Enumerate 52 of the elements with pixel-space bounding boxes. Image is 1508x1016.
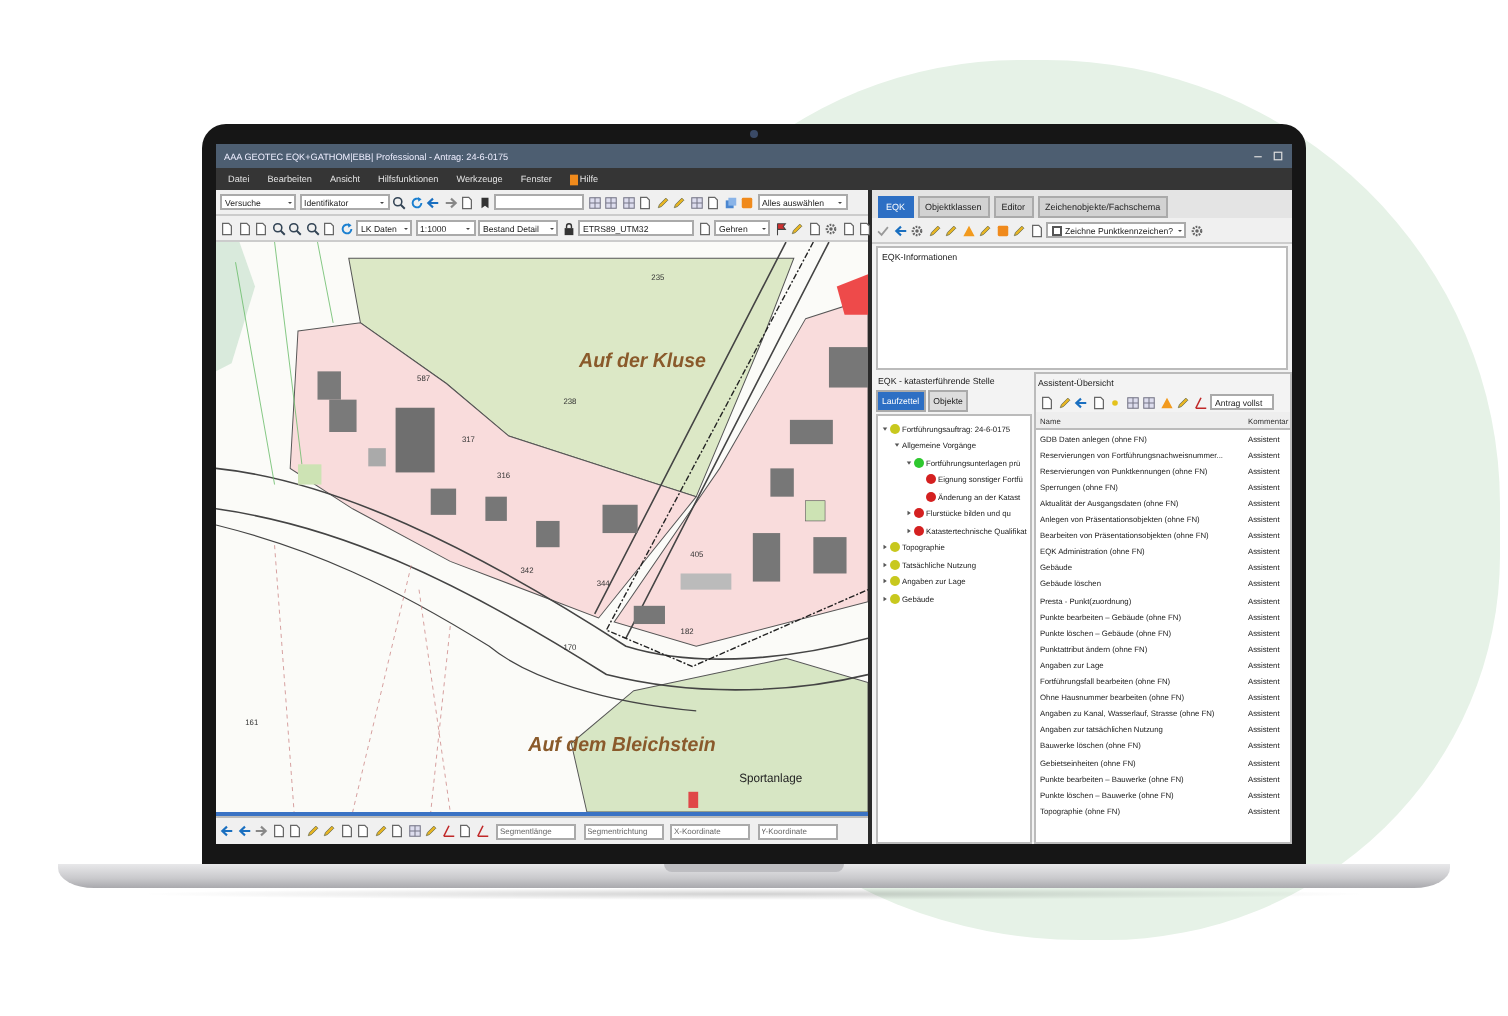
expand-arrow-icon[interactable] [882,544,888,551]
bookmark-icon[interactable] [477,195,491,209]
expand-arrow-icon[interactable] [882,561,888,568]
settings-icon[interactable] [1189,223,1203,237]
expand-arrow-icon[interactable] [906,527,912,534]
grid-icon[interactable] [1142,395,1156,409]
grid-icon[interactable] [604,195,618,209]
search-icon[interactable] [288,221,302,235]
arrow-left-icon[interactable] [426,195,440,209]
search-icon[interactable] [271,221,285,235]
grid-icon[interactable] [689,195,703,209]
search-field[interactable] [494,194,584,210]
flag-icon[interactable] [773,221,787,235]
minimize-icon[interactable] [1252,150,1264,162]
pencil-icon[interactable] [978,223,992,237]
grid-icon[interactable] [587,195,601,209]
expand-arrow-icon[interactable] [882,425,888,432]
arrow-left-icon[interactable] [237,824,251,838]
pencil-icon[interactable] [1012,223,1026,237]
angle-icon[interactable] [441,824,455,838]
grid-icon[interactable] [407,824,421,838]
arrow-left-icon[interactable] [220,824,234,838]
layers-icon[interactable] [723,195,737,209]
help-icon[interactable] [569,173,578,185]
camera-icon [750,130,758,138]
expand-arrow-icon[interactable] [882,595,888,602]
angle-icon[interactable] [1193,395,1207,409]
grid-icon[interactable] [1125,395,1139,409]
expand-arrow-icon[interactable] [906,510,912,517]
search-icon[interactable] [305,221,319,235]
refresh-icon[interactable] [409,195,423,209]
arrow-left-icon[interactable] [893,223,907,237]
check-icon[interactable] [876,223,890,237]
arrow-right-icon[interactable] [254,824,268,838]
expand-arrow-icon[interactable] [894,442,900,449]
angle-icon[interactable] [475,824,489,838]
settings-icon[interactable] [910,223,924,237]
arrow-right-icon[interactable] [443,195,457,209]
refresh-icon[interactable] [339,221,353,235]
dot-icon[interactable] [1108,395,1122,409]
lock-icon[interactable] [561,221,575,235]
search-icon[interactable] [392,195,406,209]
pencil-icon[interactable] [373,824,387,838]
settings-icon[interactable] [824,221,838,235]
place-name: Auf der Kluse [579,351,706,374]
arrow-left-icon[interactable] [1074,395,1088,409]
expand-arrow-icon[interactable] [882,578,888,585]
expand-arrow-icon[interactable] [906,459,912,466]
grid-icon[interactable] [621,195,635,209]
place-name: Auf dem Bleichstein [528,735,716,758]
pencil-icon[interactable] [424,824,438,838]
maximize-icon[interactable] [1272,150,1284,162]
